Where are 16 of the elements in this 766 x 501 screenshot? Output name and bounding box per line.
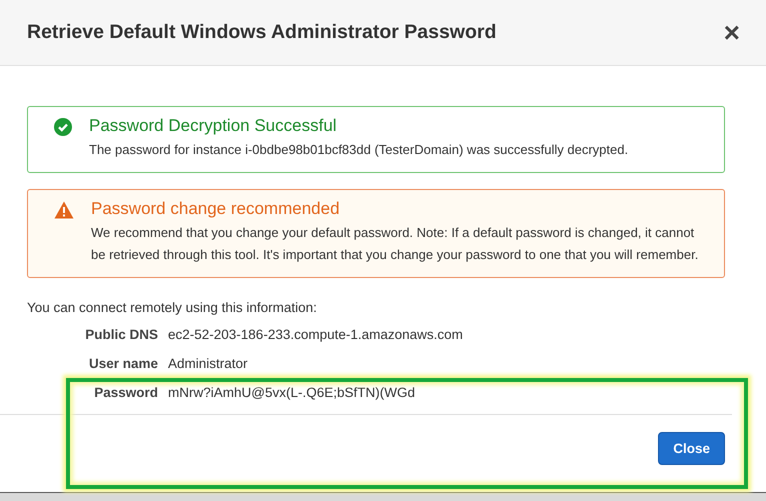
alert-title: Password change recommended: [91, 199, 341, 219]
alert-message: The password for instance i-0bdbe98b01bcf83dd (TesterDomain) was successfully decrypted.: [89, 141, 628, 159]
intro-text: You can connect remotely using this information:: [27, 300, 318, 315]
check-circle-icon: [54, 118, 72, 136]
detail-label: Public DNS: [84, 327, 158, 342]
dialog-title: Retrieve Default Windows Administrator Password: [27, 21, 496, 44]
detail-value: Administrator: [168, 356, 249, 371]
warning-icon: [54, 201, 74, 219]
detail-label: User name: [88, 356, 158, 371]
alert-title: Password Decryption Successful: [89, 116, 338, 136]
alert-message: We recommend that you change your default password. Note: If a default password is changed, it cannot be retrieved through this tool. It's important that you change your password to one that you will remember.: [91, 224, 700, 264]
detail-value: ec2-52-203-186-233.compute-1.amazonaws.com: [168, 327, 464, 342]
close-button[interactable]: ×: [724, 18, 740, 46]
close-button[interactable]: Close: [658, 432, 725, 465]
detail-label: Password: [93, 385, 158, 400]
detail-value: mNrw?iAmhU@5vx(L-.Q6E;bSfTN)(WGd: [168, 385, 416, 400]
